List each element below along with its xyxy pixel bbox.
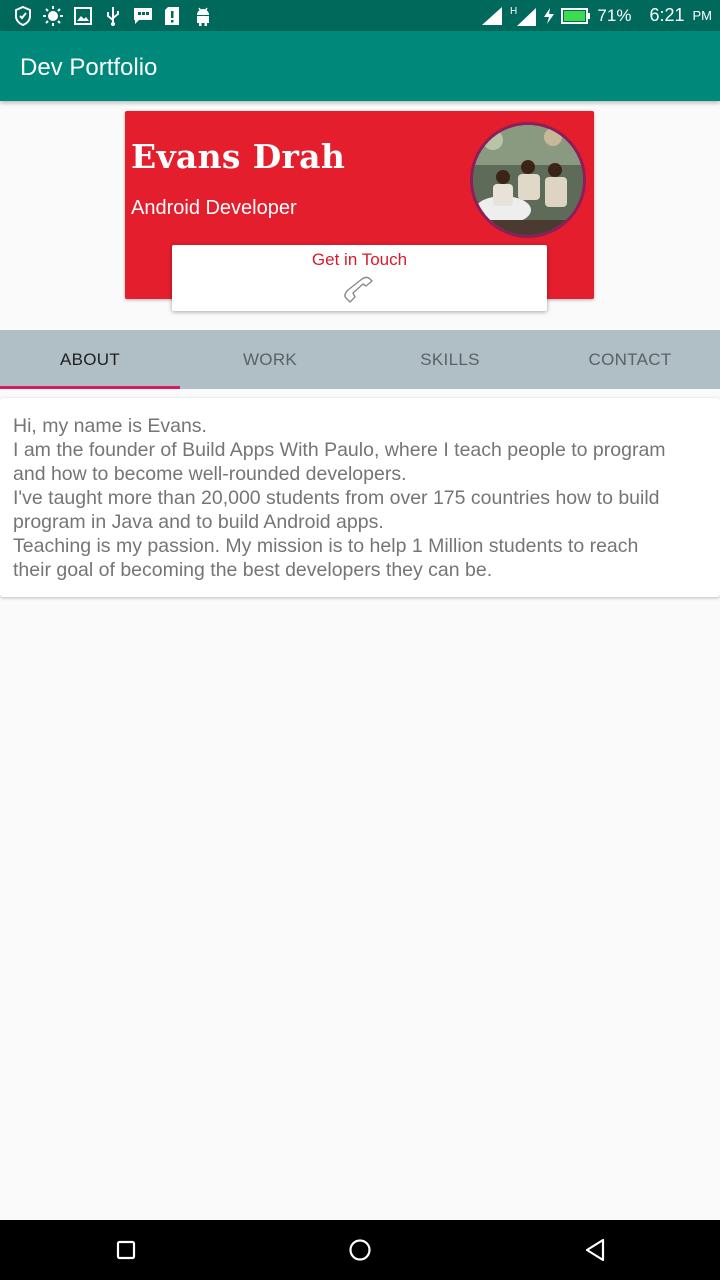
tab-contact[interactable]: CONTACT <box>540 330 720 389</box>
recents-icon[interactable] <box>111 1235 141 1265</box>
status-bar: H 71% 6:21 PM <box>0 0 720 31</box>
android-icon <box>194 5 212 27</box>
image-icon <box>74 5 92 27</box>
network-h-icon: H <box>510 6 537 26</box>
tab-about[interactable]: ABOUT <box>0 330 180 389</box>
brightness-icon <box>43 5 63 27</box>
svg-text:H: H <box>510 6 517 17</box>
alert-icon <box>164 5 180 27</box>
get-in-touch-label: Get in Touch <box>311 250 408 269</box>
charging-icon <box>544 7 555 24</box>
battery-icon <box>561 7 591 24</box>
status-right: H 71% 6:21 PM <box>481 0 712 31</box>
clock-ampm: PM <box>692 8 713 23</box>
tab-work[interactable]: WORK <box>180 330 360 389</box>
usb-icon <box>105 5 121 27</box>
home-icon[interactable] <box>345 1235 375 1265</box>
about-line: and how to become well-rounded developer… <box>13 463 407 485</box>
get-in-touch-button[interactable]: Get in Touch <box>172 245 547 311</box>
shield-icon <box>14 5 32 27</box>
message-icon <box>133 5 153 27</box>
about-line: program in Java and to build Android app… <box>13 511 384 533</box>
tab-bar: ABOUT WORK SKILLS CONTACT <box>0 330 720 389</box>
about-card: Hi, my name is Evans. I am the founder o… <box>0 398 720 597</box>
back-icon[interactable] <box>580 1235 610 1265</box>
profile-role: Android Developer <box>131 197 297 219</box>
navigation-bar <box>0 1220 720 1280</box>
phone-icon <box>342 276 376 306</box>
app-title: Dev Portfolio <box>20 54 158 81</box>
tab-skills[interactable]: SKILLS <box>360 330 540 389</box>
about-line: their goal of becoming the best develope… <box>13 559 493 581</box>
avatar <box>470 122 586 238</box>
about-line: I am the founder of Build Apps With Paul… <box>13 439 666 461</box>
clock-time: 6:21 <box>649 5 685 25</box>
about-line: Teaching is my passion. My mission is to… <box>13 535 639 557</box>
signal-icon <box>482 6 503 25</box>
profile-name: Evans Drah <box>131 137 346 176</box>
app-bar: Dev Portfolio <box>0 31 720 101</box>
about-line: Hi, my name is Evans. <box>13 415 207 437</box>
battery-percent: 71% <box>597 5 632 25</box>
about-line: I've taught more than 20,000 students fr… <box>13 487 660 509</box>
